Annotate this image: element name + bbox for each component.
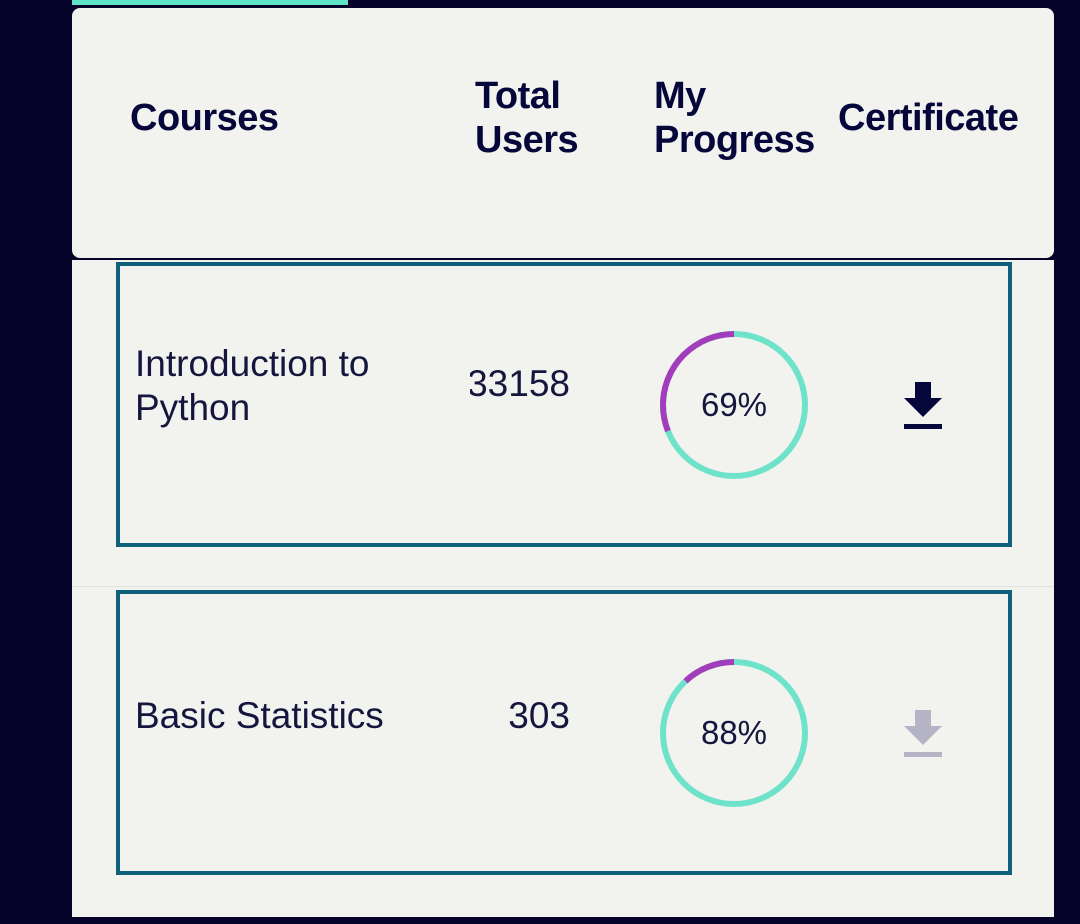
download-icon [904, 382, 942, 429]
total-users-cell: 33158 [470, 362, 570, 410]
row-divider [72, 586, 1054, 587]
column-header-my-progress: My Progress [654, 74, 824, 162]
download-icon [904, 710, 942, 757]
course-name: Basic Statistics [135, 695, 384, 736]
column-header-courses: Courses [130, 97, 279, 139]
progress-percentage: 88% [700, 714, 768, 751]
total-users-value: 303 [508, 695, 570, 736]
courses-table-body: Introduction to Python 33158 69% Basic S… [72, 260, 1054, 917]
column-header-my-progress-label: My Progress [654, 75, 815, 161]
download-certificate-icon[interactable] [902, 382, 944, 430]
table-header: Courses Total Users My Progress Certific… [72, 8, 1054, 258]
total-users-cell: 303 [470, 694, 570, 742]
total-users-value: 33158 [470, 363, 570, 404]
progress-percentage: 69% [700, 386, 768, 423]
course-row[interactable]: Basic Statistics 303 88% [116, 590, 1012, 875]
course-name: Introduction to Python [135, 343, 370, 428]
column-header-total-users-label: Total Users [475, 75, 579, 161]
course-row[interactable]: Introduction to Python 33158 69% [116, 262, 1012, 547]
progress-ring: 69% [656, 327, 812, 483]
progress-ring: 88% [656, 655, 812, 811]
download-certificate-icon[interactable] [902, 710, 944, 758]
column-header-total-users: Total Users [475, 74, 605, 162]
column-header-certificate: Certificate [838, 97, 1019, 139]
top-accent-bar [72, 0, 348, 5]
